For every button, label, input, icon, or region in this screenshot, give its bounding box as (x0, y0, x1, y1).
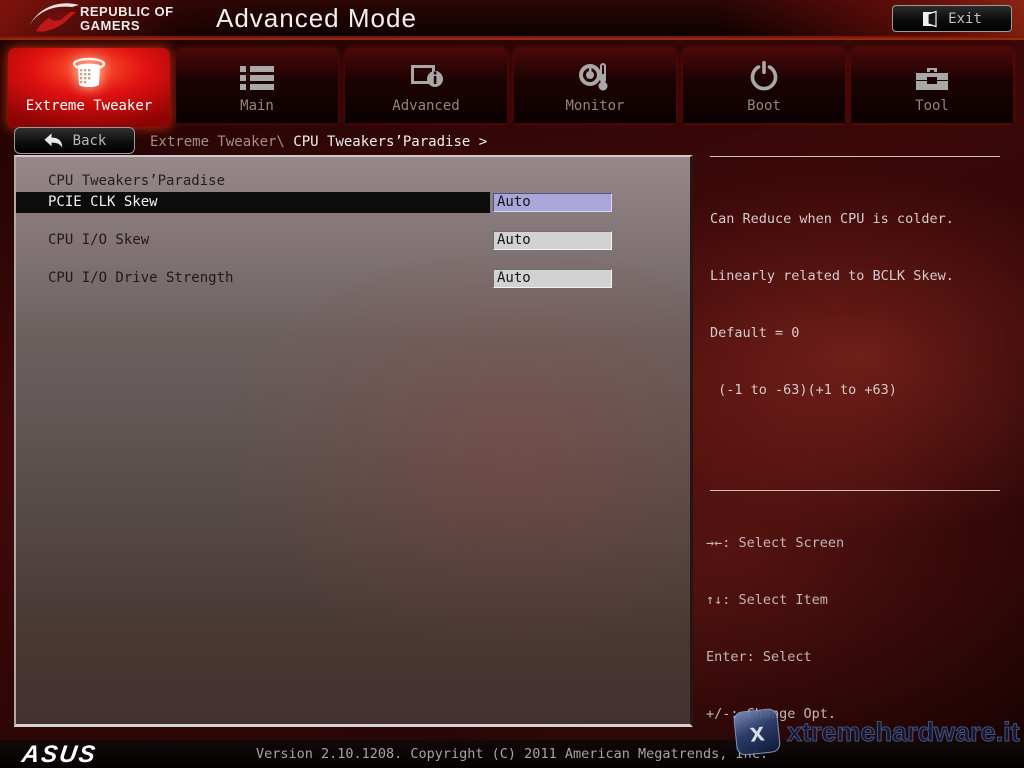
setting-row-pcie-clk-skew[interactable]: PCIE CLK Skew (16, 192, 490, 213)
help-line: Linearly related to BCLK Skew. (710, 267, 1010, 286)
help-line: (-1 to -63)(+1 to +63) (710, 381, 1010, 400)
breadcrumb-parent[interactable]: Extreme Tweaker\ (150, 134, 293, 150)
rog-logo-icon (28, 2, 80, 36)
exit-door-icon (922, 10, 938, 28)
tweaker-icon (69, 48, 109, 92)
asus-logo: ASUS (20, 741, 99, 768)
tab-boot[interactable]: Boot (683, 48, 845, 123)
value-pcie-clk-skew[interactable]: Auto (493, 193, 612, 212)
exit-button[interactable]: Exit (892, 5, 1012, 32)
legend-line: →←: Select Screen (706, 534, 1016, 553)
tab-advanced[interactable]: Advanced (345, 48, 507, 123)
version-text: Version 2.10.1208. Copyright (C) 2011 Am… (0, 746, 1024, 762)
tab-monitor[interactable]: Monitor (514, 48, 676, 123)
status-bar: ASUS Version 2.10.1208. Copyright (C) 20… (0, 740, 1024, 768)
monitor-info-icon (408, 48, 444, 92)
help-separator-top (710, 156, 1000, 157)
settings-panel: CPU Tweakers’Paradise PCIE CLK Skew Auto… (14, 155, 693, 727)
value-cpu-io-drive-strength[interactable]: Auto (493, 269, 612, 288)
back-button[interactable]: Back (14, 127, 135, 154)
back-arrow-icon (43, 132, 63, 149)
legend-separator (710, 490, 1000, 491)
tab-label: Main (240, 98, 274, 114)
tab-label: Extreme Tweaker (26, 98, 152, 114)
tab-bar: Extreme Tweaker Main Advanced (0, 48, 1024, 123)
legend-line: ↑↓: Select Item (706, 591, 1016, 610)
help-text: Can Reduce when CPU is colder. Linearly … (710, 172, 1010, 419)
tab-label: Monitor (565, 98, 624, 114)
power-icon (748, 48, 780, 92)
page-title: Advanced Mode (216, 3, 417, 34)
title-bar: REPUBLIC OF GAMERS Advanced Mode Exit (0, 0, 1024, 38)
help-line: Can Reduce when CPU is colder. (710, 210, 1010, 229)
help-line: Default = 0 (710, 324, 1010, 343)
section-title: CPU Tweakers’Paradise (48, 173, 225, 189)
gauge-thermometer-icon (577, 48, 613, 92)
back-label: Back (73, 133, 107, 149)
toolbox-icon (914, 48, 950, 92)
breadcrumb-current: CPU Tweakers’Paradise > (293, 134, 487, 150)
brand-text: REPUBLIC OF GAMERS (80, 5, 174, 33)
value-cpu-io-skew[interactable]: Auto (493, 231, 612, 250)
setting-label: CPU I/O Skew (48, 232, 149, 248)
legend-line: +/-: Change Opt. (706, 705, 1016, 724)
tab-main[interactable]: Main (176, 48, 338, 123)
setting-label: PCIE CLK Skew (48, 194, 158, 210)
tab-tool[interactable]: Tool (851, 48, 1013, 123)
exit-label: Exit (948, 11, 982, 27)
tab-label: Advanced (392, 98, 459, 114)
list-icon (240, 48, 274, 92)
key-legend: →←: Select Screen ↑↓: Select Item Enter:… (706, 496, 1016, 768)
setting-label: CPU I/O Drive Strength (48, 270, 233, 286)
breadcrumb: Extreme Tweaker\ CPU Tweakers’Paradise > (150, 134, 487, 150)
tab-label: Tool (915, 98, 949, 114)
tab-label: Boot (747, 98, 781, 114)
legend-line: Enter: Select (706, 648, 1016, 667)
tab-extreme-tweaker[interactable]: Extreme Tweaker (8, 48, 170, 127)
